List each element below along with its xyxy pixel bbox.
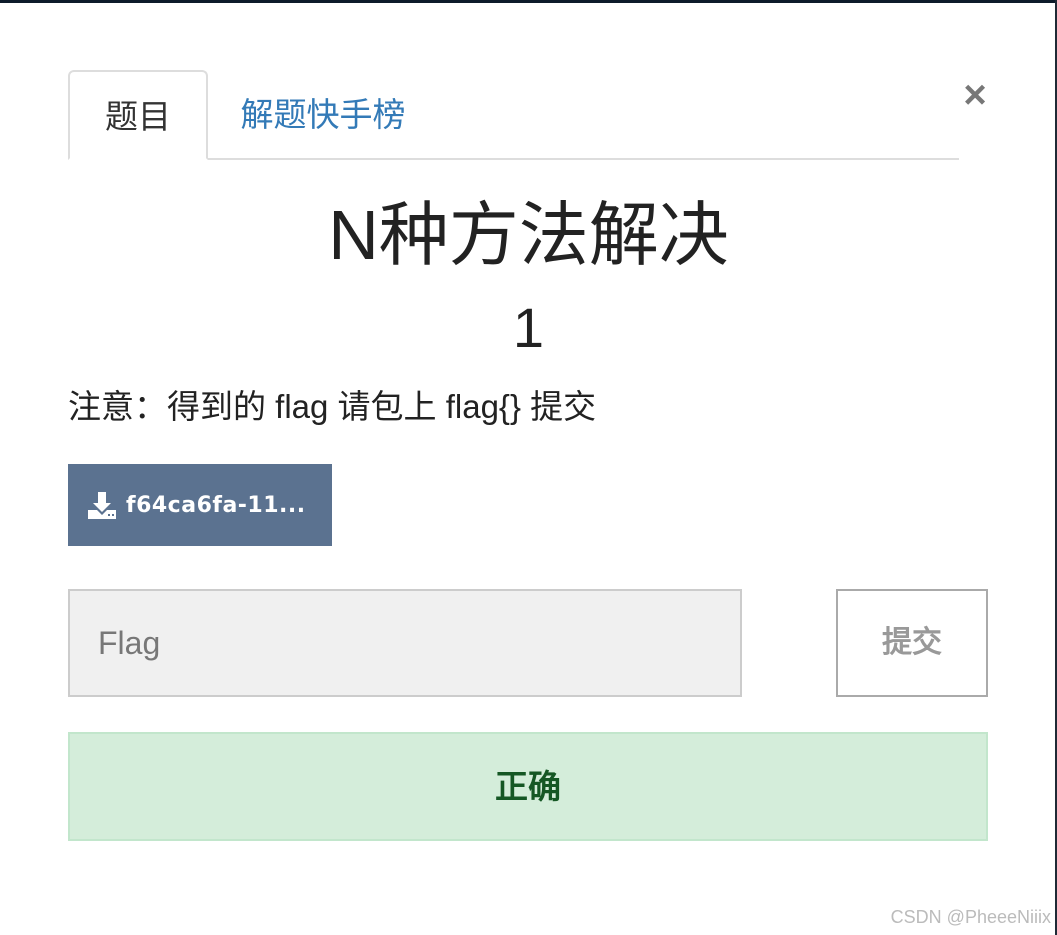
challenge-notice: 注意：得到的 flag 请包上 flag{} 提交 [68, 388, 597, 425]
challenge-title: N种方法解决 [328, 196, 729, 274]
download-file-label: f64ca6fa-11... [126, 492, 306, 518]
result-alert-correct: 正确 [68, 732, 988, 841]
download-file-button[interactable]: f64ca6fa-11... [68, 464, 332, 546]
close-icon[interactable]: × [955, 72, 995, 118]
csdn-watermark: CSDN @PheeeNiiix [890, 907, 1051, 927]
download-icon [88, 492, 116, 519]
tab-solves-leaderboard[interactable]: 解题快手榜 [228, 70, 418, 158]
tab-challenge[interactable]: 题目 [68, 70, 208, 160]
flag-input[interactable] [68, 589, 742, 697]
modal-tabs: 题目 解题快手榜 [68, 70, 959, 160]
submit-flag-button[interactable]: 提交 [836, 589, 988, 697]
challenge-points: 1 [512, 296, 545, 359]
